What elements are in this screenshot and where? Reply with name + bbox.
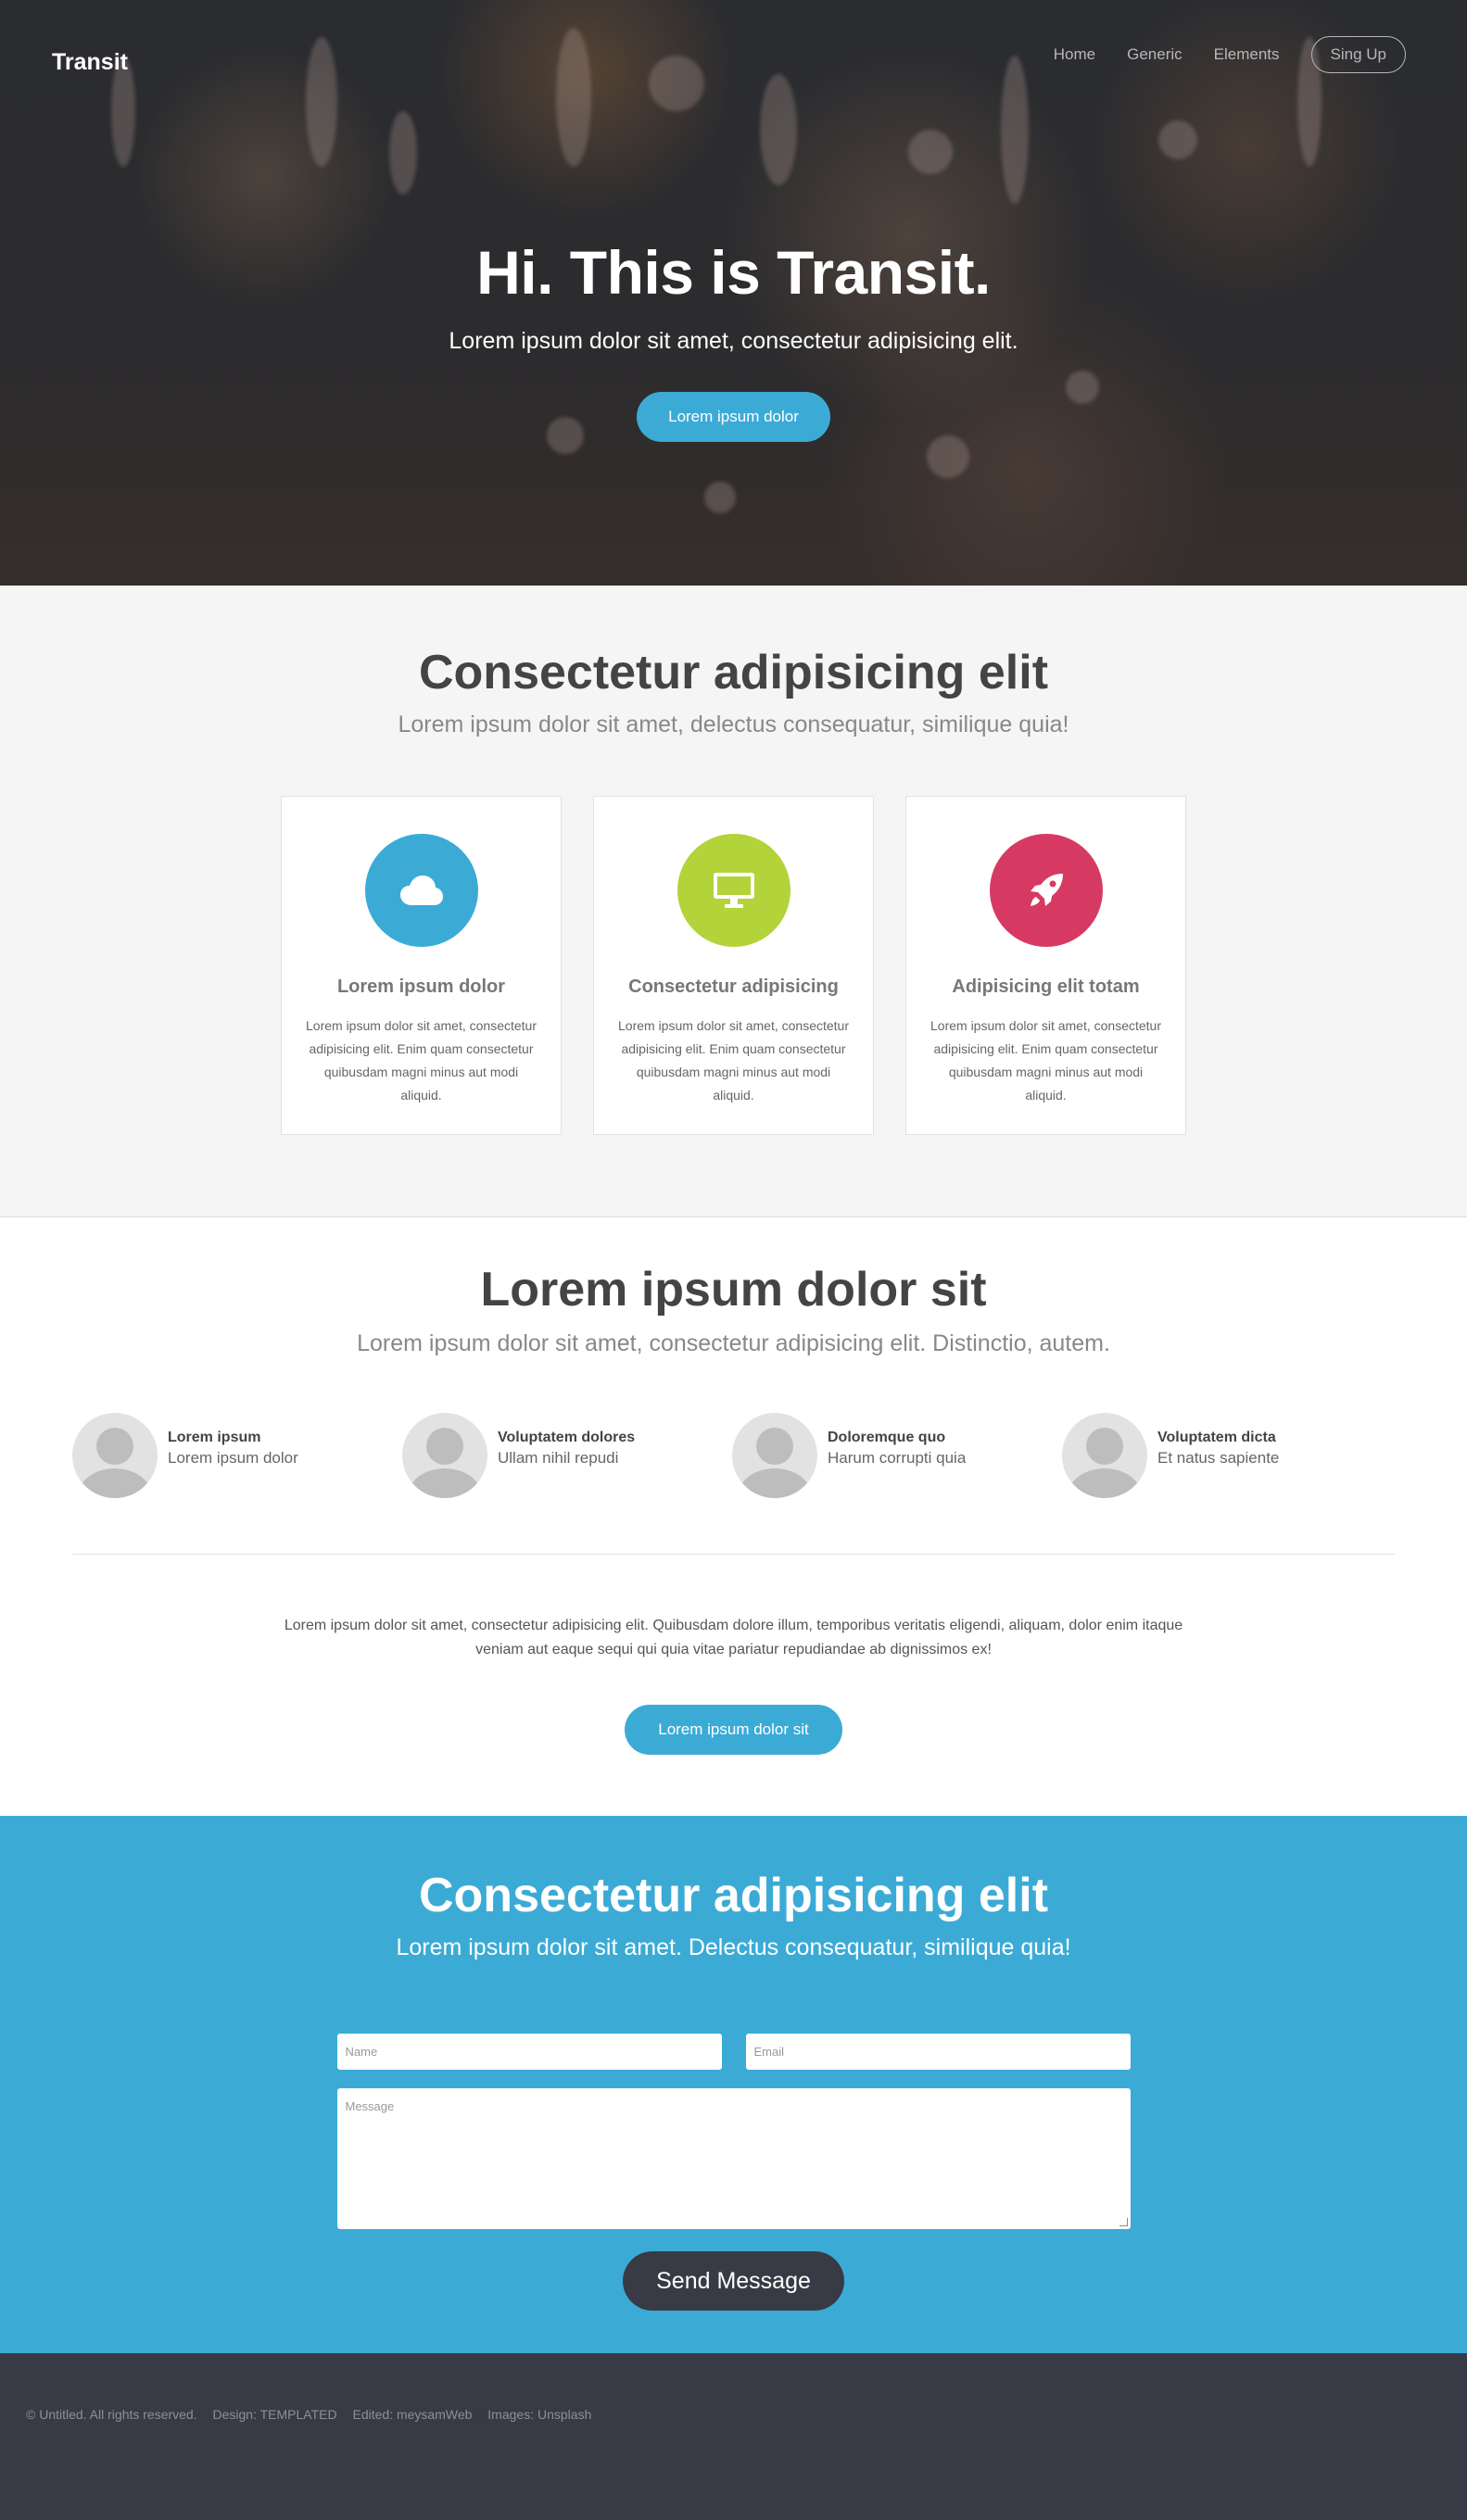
features-subtitle: Lorem ipsum dolor sit amet, delectus con… [398, 712, 1069, 737]
team-title: Lorem ipsum dolor sit [480, 1263, 987, 1317]
message-field[interactable]: Message [336, 2088, 1131, 2229]
site-footer: © Untitled. All rights reserved. Design:… [0, 2353, 1467, 2520]
member-role: Et natus sapiente [1157, 1449, 1280, 1467]
hero-cta-button[interactable]: Lorem ipsum dolor [637, 392, 830, 442]
hero-banner: Transit Home Generic Elements Sing Up Hi… [0, 0, 1467, 586]
team-member: Voluptatem dolores Ullam nihil repudi [402, 1413, 732, 1498]
cloud-icon [364, 834, 478, 947]
contact-section: Consectetur adipisicing elit Lorem ipsum… [0, 1816, 1467, 2353]
nav-generic-link[interactable]: Generic [1127, 45, 1182, 64]
hero-title: Hi. This is Transit. [476, 238, 991, 307]
member-name: Doloremque quo [828, 1430, 946, 1445]
member-name: Lorem ipsum [168, 1430, 261, 1445]
feature-card-text: Lorem ipsum dolor sit amet, consectetur … [618, 1018, 849, 1102]
team-member: Voluptatem dicta Et natus sapiente [1062, 1413, 1392, 1498]
desktop-icon [677, 834, 790, 947]
team-paragraph: Lorem ipsum dolor sit amet, consectetur … [284, 1618, 1183, 1657]
feature-card-title: Adipisicing elit totam [952, 976, 1140, 997]
bokeh-light [908, 130, 953, 174]
contact-title: Consectetur adipisicing elit [418, 1869, 1049, 1922]
hero-subtitle: Lorem ipsum dolor sit amet, consectetur … [449, 328, 1018, 354]
avatar [732, 1413, 817, 1498]
bokeh-light [704, 482, 736, 513]
contact-subtitle: Lorem ipsum dolor sit amet. Delectus con… [396, 1934, 1071, 1960]
nav-menu: Home Generic Elements Sing Up [1054, 36, 1406, 73]
features-title: Consectetur adipisicing elit [418, 646, 1049, 699]
site-logo[interactable]: Transit [52, 49, 128, 76]
design-credit-link[interactable]: Design: TEMPLATED [213, 2407, 337, 2422]
email-field[interactable]: Email [745, 2034, 1131, 2070]
send-message-button[interactable]: Send Message [623, 2251, 844, 2311]
team-cta-button[interactable]: Lorem ipsum dolor sit [625, 1705, 842, 1755]
feature-card-text: Lorem ipsum dolor sit amet, consectetur … [930, 1018, 1161, 1102]
team-member: Doloremque quo Harum corrupti quia [732, 1413, 1062, 1498]
feature-card: Adipisicing elit totam Lorem ipsum dolor… [905, 796, 1186, 1135]
feature-card: Lorem ipsum dolor Lorem ipsum dolor sit … [281, 796, 562, 1135]
team-subtitle: Lorem ipsum dolor sit amet, consectetur … [357, 1330, 1110, 1356]
signup-button[interactable]: Sing Up [1310, 36, 1406, 73]
bokeh-light [1158, 120, 1197, 159]
avatar [1062, 1413, 1147, 1498]
feature-card-title: Consectetur adipisicing [628, 976, 839, 997]
nav-home-link[interactable]: Home [1054, 45, 1095, 64]
member-role: Lorem ipsum dolor [168, 1449, 298, 1467]
nav-elements-link[interactable]: Elements [1214, 45, 1280, 64]
team-section: Lorem ipsum dolor sit Lorem ipsum dolor … [0, 1217, 1467, 1816]
avatar [402, 1413, 487, 1498]
message-placeholder: Message [345, 2099, 395, 2113]
images-credit-link[interactable]: Images: Unsplash [487, 2407, 591, 2422]
feature-card-text: Lorem ipsum dolor sit amet, consectetur … [306, 1018, 537, 1102]
resize-grip-icon[interactable] [1119, 2218, 1128, 2226]
member-name: Voluptatem dolores [498, 1430, 636, 1445]
rocket-icon [989, 834, 1103, 947]
top-nav: Transit Home Generic Elements Sing Up [0, 0, 1467, 109]
feature-card: Consectetur adipisicing Lorem ipsum dolo… [593, 796, 874, 1135]
avatar [72, 1413, 158, 1498]
bokeh-light [389, 111, 417, 195]
features-section: Consectetur adipisicing elit Lorem ipsum… [0, 586, 1467, 1217]
copyright-text: © Untitled. All rights reserved. [26, 2407, 197, 2422]
name-field[interactable]: Name [336, 2034, 722, 2070]
team-member: Lorem ipsum Lorem ipsum dolor [72, 1413, 402, 1498]
contact-form: Name Email Message Send Message [336, 2034, 1131, 2311]
member-role: Ullam nihil repudi [498, 1449, 619, 1467]
edited-credit-link[interactable]: Edited: meysamWeb [353, 2407, 473, 2422]
member-name: Voluptatem dicta [1157, 1430, 1276, 1445]
team-members: Lorem ipsum Lorem ipsum dolor Voluptatem… [0, 1413, 1467, 1498]
feature-card-title: Lorem ipsum dolor [336, 976, 506, 997]
member-role: Harum corrupti quia [828, 1449, 967, 1467]
feature-cards: Lorem ipsum dolor Lorem ipsum dolor sit … [0, 796, 1467, 1135]
hero-content: Hi. This is Transit. Lorem ipsum dolor s… [0, 237, 1467, 442]
section-divider [72, 1554, 1395, 1555]
